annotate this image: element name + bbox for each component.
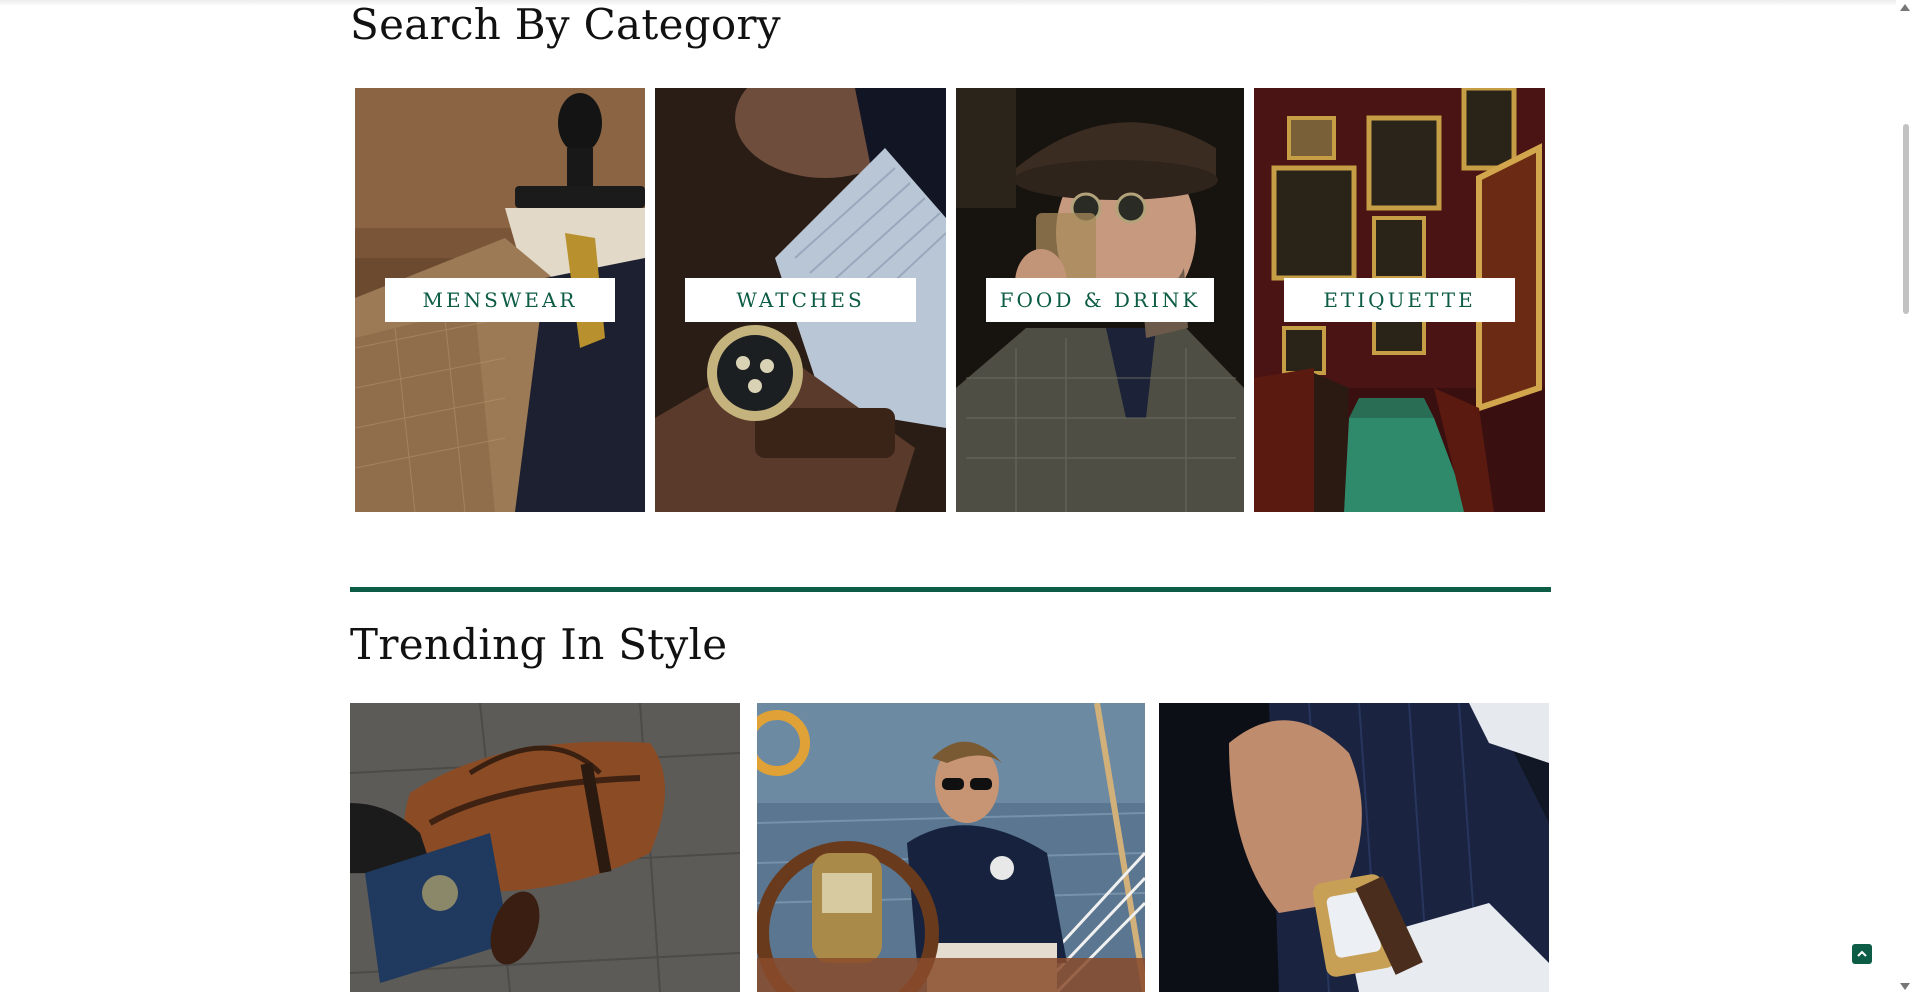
chevron-up-icon xyxy=(1857,950,1867,957)
scrollbar-thumb[interactable] xyxy=(1903,124,1909,314)
category-label-watches: WATCHES xyxy=(685,278,916,322)
category-card-etiquette[interactable]: ETIQUETTE xyxy=(1254,88,1545,512)
section-title-trending: Trending In Style xyxy=(350,620,728,669)
trending-image-2 xyxy=(757,703,1145,992)
scroll-up-arrow-icon[interactable] xyxy=(1900,4,1910,11)
trending-article-card-1[interactable] xyxy=(350,703,740,992)
category-label-menswear: MENSWEAR xyxy=(385,278,615,322)
category-label-etiquette: ETIQUETTE xyxy=(1284,278,1515,322)
scroll-down-arrow-icon[interactable] xyxy=(1900,983,1910,990)
section-divider xyxy=(350,587,1551,592)
trending-image-1 xyxy=(350,703,740,992)
category-card-menswear[interactable]: MENSWEAR xyxy=(355,88,645,512)
trending-image-3 xyxy=(1159,703,1549,992)
category-card-watches[interactable]: WATCHES xyxy=(655,88,946,512)
trending-article-card-3[interactable] xyxy=(1159,703,1549,992)
category-label-food-drink: FOOD & DRINK xyxy=(986,278,1214,322)
header-shadow xyxy=(0,0,1896,6)
page-scrollbar[interactable] xyxy=(1896,0,1915,994)
category-card-food-drink[interactable]: FOOD & DRINK xyxy=(956,88,1244,512)
trending-article-card-2[interactable] xyxy=(757,703,1145,992)
section-title-categories: Search By Category xyxy=(350,0,781,49)
back-to-top-button[interactable] xyxy=(1852,944,1872,964)
